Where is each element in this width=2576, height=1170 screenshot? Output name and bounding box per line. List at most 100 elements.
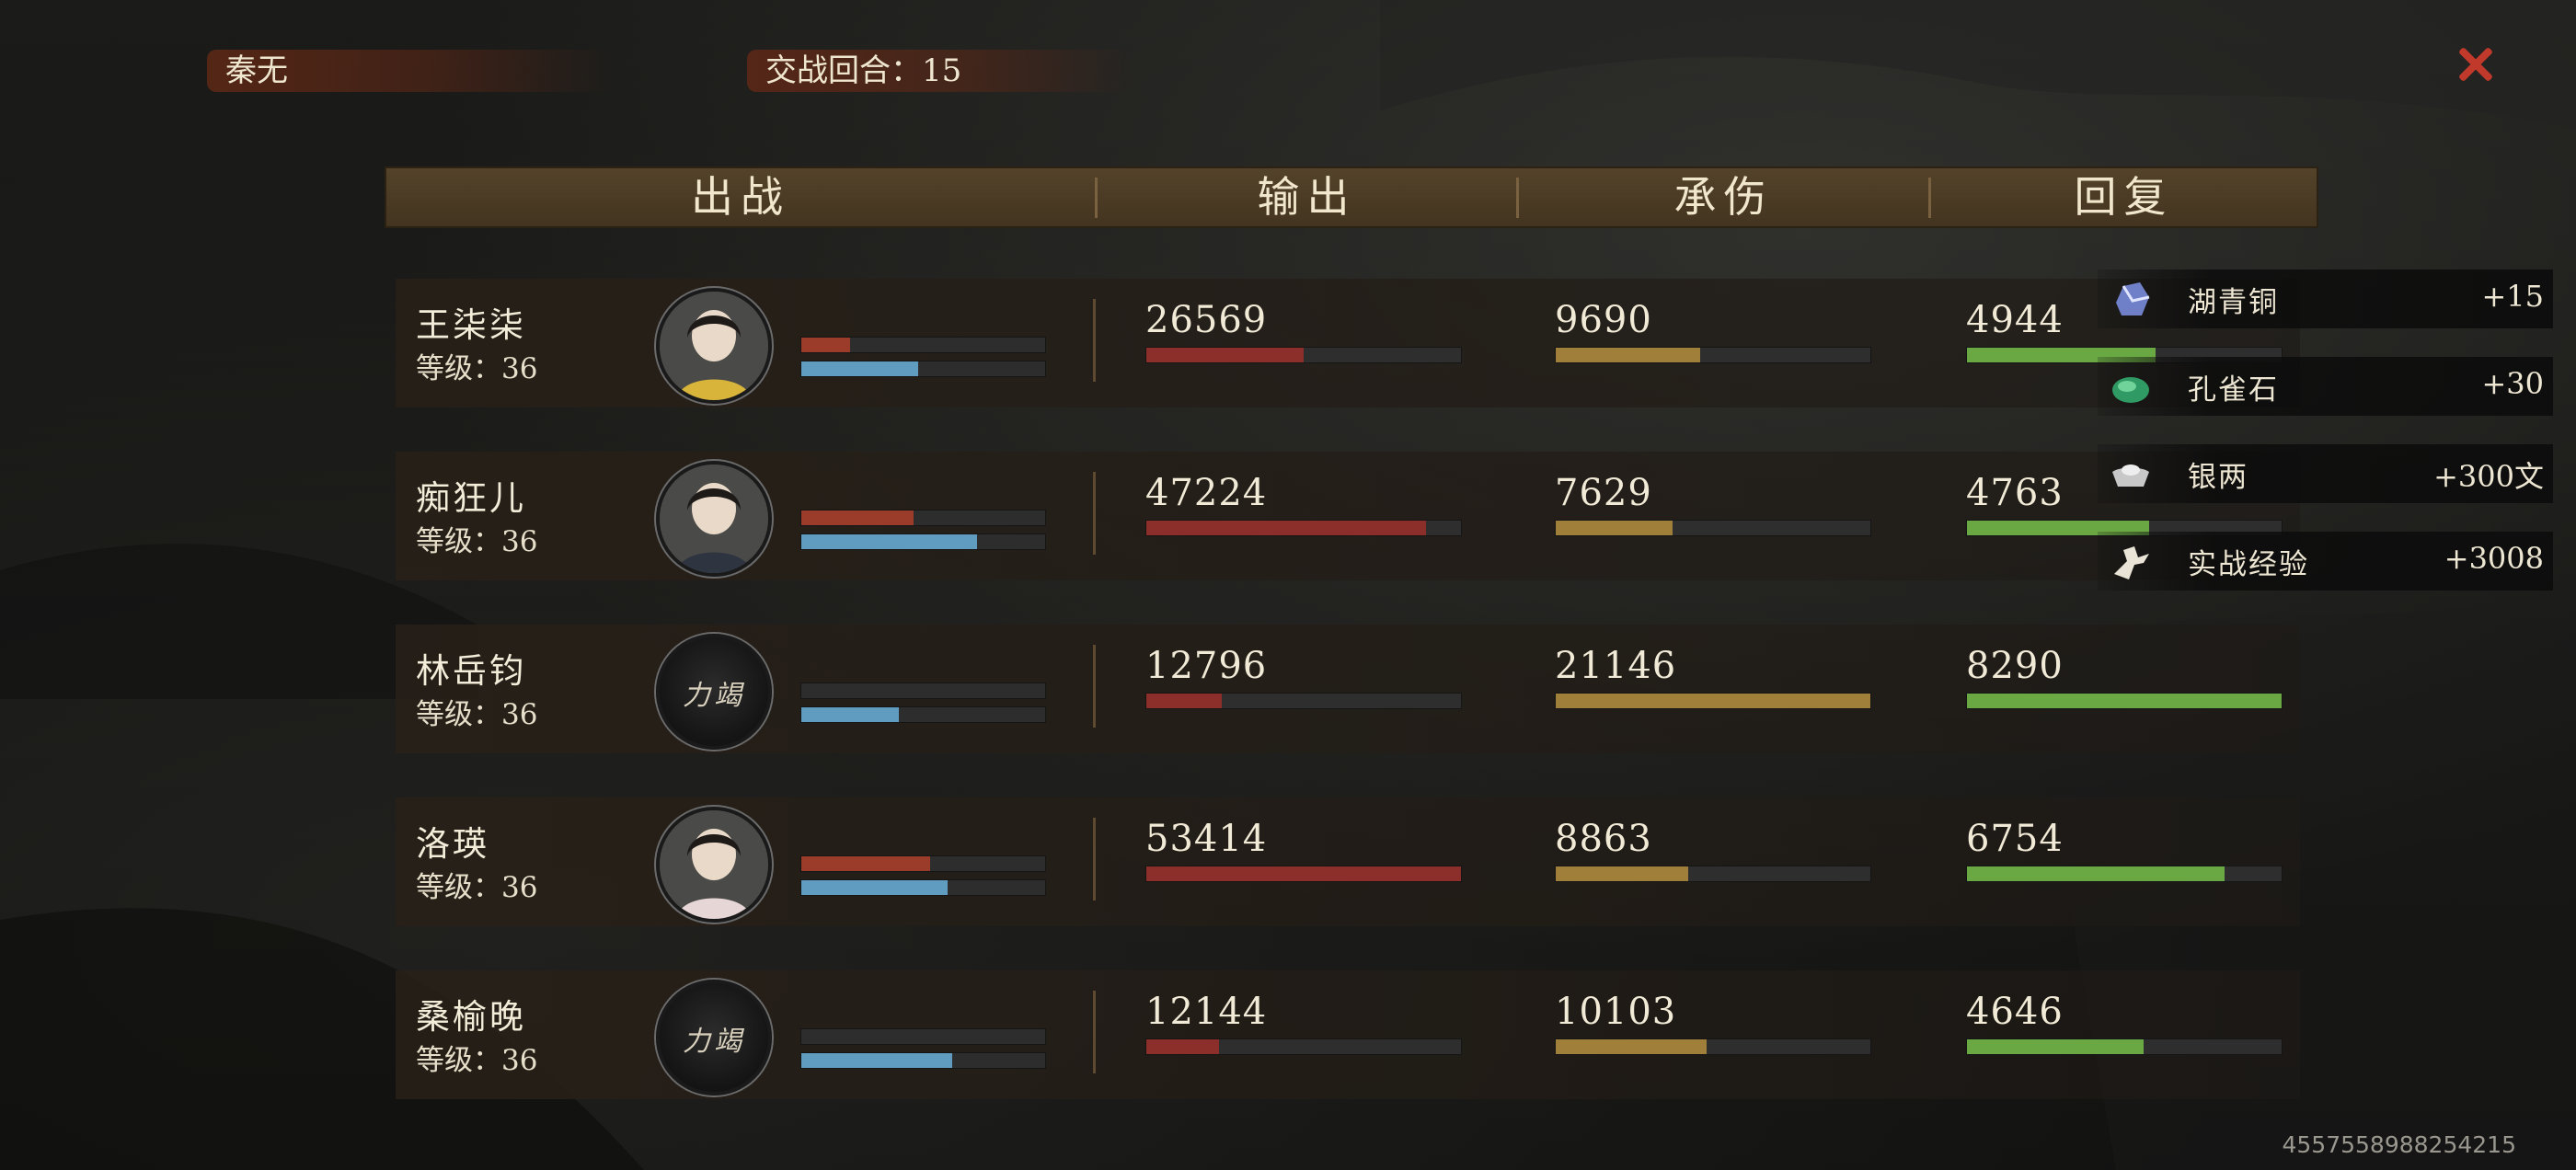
silver-ingot-icon: [2107, 450, 2155, 498]
reward-item: 湖青铜 +15: [2098, 270, 2553, 328]
output-bar-fill: [1146, 694, 1223, 708]
output-bar-fill: [1146, 1039, 1219, 1054]
mp-mini-bar: [800, 361, 1046, 377]
taken-value: 9690: [1555, 299, 1652, 341]
mp-mini-fill: [801, 534, 977, 549]
hp-mini-bar: [800, 682, 1046, 699]
fighter-row: 洛瑛等级：36 53414 8863 6754: [396, 797, 2300, 926]
malachite-icon: [2107, 362, 2155, 410]
reward-amount: +3008: [2444, 541, 2544, 576]
fighter-name: 王柒柒: [416, 305, 526, 345]
taken-bar: [1555, 1038, 1871, 1055]
recovery-bar-fill: [1967, 1039, 2144, 1054]
exhausted-label: 力竭: [683, 1026, 745, 1058]
header-output: 输出: [1257, 172, 1357, 222]
taken-bar-fill: [1556, 521, 1673, 535]
exhausted-label: 力竭: [683, 680, 745, 712]
output-bar-fill: [1146, 348, 1304, 362]
output-value: 12796: [1145, 645, 1268, 687]
reward-name: 湖青铜: [2188, 286, 2279, 319]
hp-mini-fill: [801, 856, 931, 871]
round-counter: 交战回合：15: [765, 52, 962, 89]
mp-mini-fill: [801, 880, 948, 895]
fighter-avatar[interactable]: [656, 807, 772, 923]
close-icon[interactable]: [2452, 41, 2498, 87]
fighter-avatar[interactable]: 力竭: [656, 634, 772, 750]
header-damage-taken: 承伤: [1673, 172, 1774, 222]
reward-item: 银两 +300文: [2098, 444, 2553, 503]
taken-bar: [1555, 347, 1871, 363]
taken-bar-fill: [1556, 694, 1870, 708]
mp-mini-fill: [801, 707, 899, 722]
reward-name: 孔雀石: [2188, 373, 2279, 407]
reward-item: 孔雀石 +30: [2098, 357, 2553, 416]
hp-mini-bar: [800, 510, 1046, 526]
fighter-level: 等级：36: [416, 871, 538, 904]
fighter-row: 桑榆晚 等级：36 力竭 12144 10103 4646: [396, 970, 2300, 1099]
taken-bar-fill: [1556, 348, 1701, 362]
recovery-bar: [1966, 866, 2283, 882]
fighter-avatar[interactable]: [656, 288, 772, 404]
player-uid: 4557558988254215: [2282, 1131, 2517, 1158]
reward-amount: +300文: [2433, 459, 2544, 494]
fighter-level: 等级：36: [416, 698, 538, 731]
row-divider: [1093, 991, 1096, 1073]
recovery-value: 4944: [1966, 299, 2064, 341]
player-name: 秦无: [225, 52, 288, 89]
row-divider: [1093, 818, 1096, 900]
output-value: 26569: [1145, 299, 1268, 341]
mp-mini-bar: [800, 1052, 1046, 1069]
output-bar: [1145, 866, 1462, 882]
round-tag: 交战回合：15: [747, 50, 1133, 92]
recovery-bar-fill: [1967, 694, 2282, 708]
taken-bar-fill: [1556, 1039, 1708, 1054]
mp-mini-fill: [801, 1053, 953, 1068]
output-bar: [1145, 693, 1462, 709]
output-value: 53414: [1145, 818, 1268, 860]
output-bar: [1145, 1038, 1462, 1055]
reward-amount: +30: [2481, 366, 2544, 401]
hp-mini-fill: [801, 338, 850, 352]
fighter-row: 痴狂儿等级：36 47224 7629 4763: [396, 452, 2300, 580]
taken-bar-fill: [1556, 866, 1688, 881]
fighter-avatar[interactable]: 力竭: [656, 980, 772, 1095]
fighter-name: 林岳钧: [416, 651, 526, 691]
mp-mini-bar: [800, 879, 1046, 896]
fighter-level: 等级：36: [416, 525, 538, 558]
reward-amount: +15: [2481, 279, 2544, 314]
mp-mini-bar: [800, 706, 1046, 723]
fighter-name: 桑榆晚: [416, 997, 526, 1037]
header-recovery: 回复: [2074, 172, 2174, 222]
hp-mini-bar: [800, 337, 1046, 353]
recovery-value: 8290: [1966, 645, 2064, 687]
output-bar-fill: [1146, 866, 1461, 881]
taken-value: 21146: [1555, 645, 1677, 687]
stats-header: 出战 输出 承伤 回复: [385, 166, 2318, 228]
fighter-row: 王柒柒等级：36 26569 9690 4944: [396, 279, 2300, 407]
taken-value: 7629: [1555, 472, 1652, 514]
mp-mini-bar: [800, 533, 1046, 550]
hp-mini-bar: [800, 1028, 1046, 1045]
hp-mini-fill: [801, 510, 914, 525]
player-name-tag: 秦无: [207, 50, 612, 92]
row-divider: [1093, 645, 1096, 728]
recovery-bar: [1966, 693, 2283, 709]
output-bar-fill: [1146, 521, 1427, 535]
taken-bar: [1555, 693, 1871, 709]
recovery-value: 4763: [1966, 472, 2064, 514]
recovery-value: 4646: [1966, 991, 2064, 1033]
fighter-name: 洛瑛: [416, 824, 489, 864]
output-value: 12144: [1145, 991, 1268, 1033]
hp-mini-bar: [800, 855, 1046, 872]
fighter-level: 等级：36: [416, 352, 538, 385]
output-value: 47224: [1145, 472, 1268, 514]
fighter-name: 痴狂儿: [416, 478, 526, 518]
taken-value: 8863: [1555, 818, 1652, 860]
fighter-avatar[interactable]: [656, 461, 772, 577]
taken-bar: [1555, 520, 1871, 536]
recovery-value: 6754: [1966, 818, 2064, 860]
bronze-ore-icon: [2107, 275, 2155, 323]
header-fighter: 出战: [691, 172, 790, 222]
taken-value: 10103: [1555, 991, 1677, 1033]
reward-name: 实战经验: [2188, 548, 2309, 581]
